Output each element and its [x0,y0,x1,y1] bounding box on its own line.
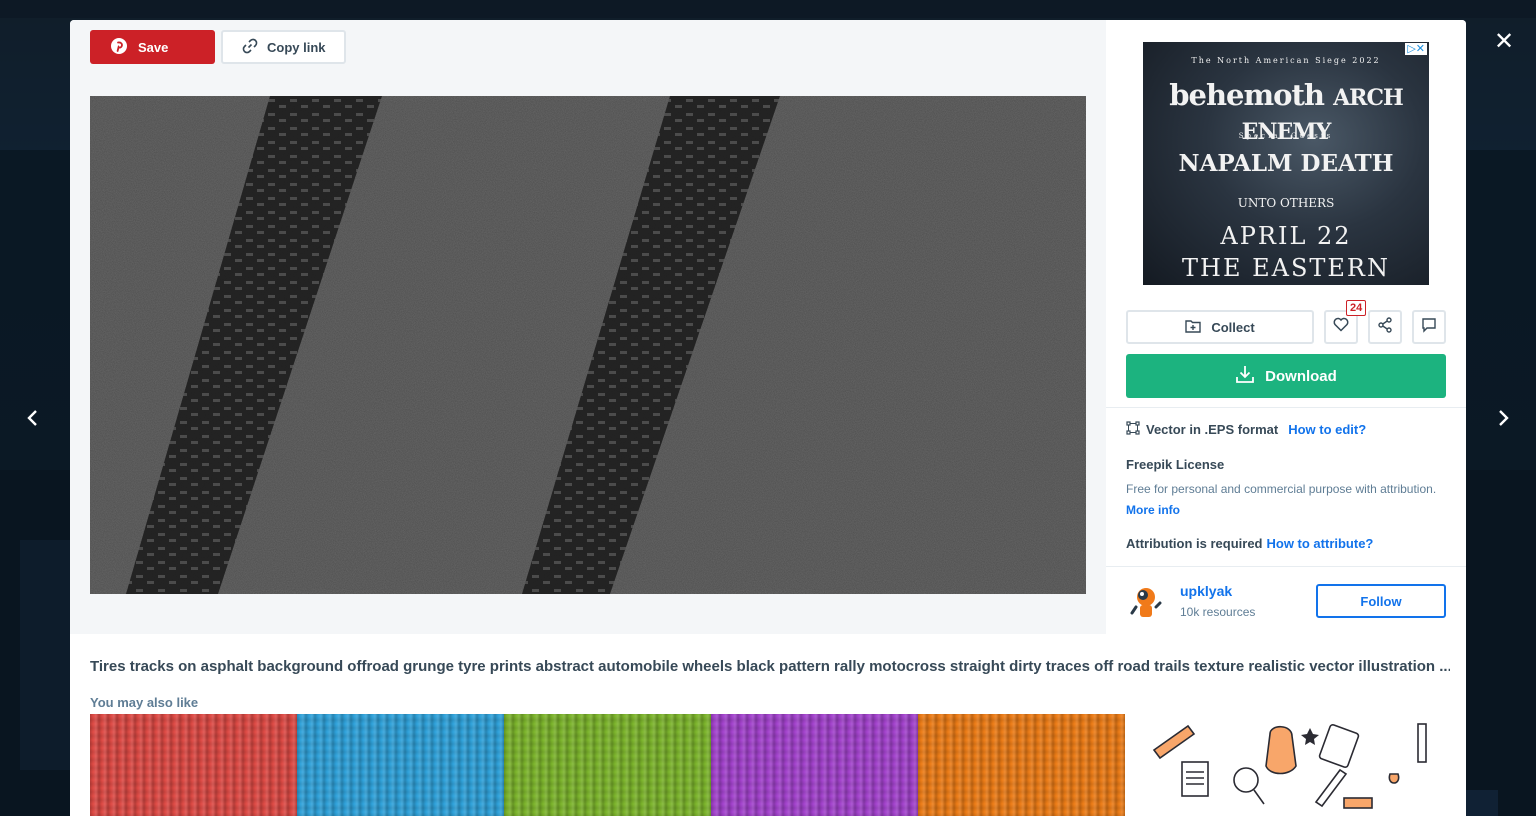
license-description: Free for personal and commercial purpose… [1126,479,1446,521]
how-to-attribute-link[interactable]: How to attribute? [1267,536,1374,551]
author-name-link[interactable]: upklyak [1180,583,1232,599]
copy-link-button[interactable]: Copy link [221,30,346,64]
related-thumbnail-knit-pattern[interactable] [90,714,1125,816]
ad-tour-name: The North American Siege 2022 [1191,56,1381,65]
knit-swatch [297,714,504,816]
like-count-badge: 24 [1346,300,1367,316]
comment-icon [1421,317,1437,338]
download-label: Download [1265,367,1337,385]
license-description-text: Free for personal and commercial purpose… [1126,482,1437,496]
knit-swatch [711,714,918,816]
share-toolbar: Save Copy link [90,30,346,64]
ad-choices-icon[interactable]: ▷✕ [1405,43,1427,55]
resource-actions: Collect 24 [1126,300,1446,344]
ad-guests-label: Special Guests [1238,132,1334,140]
file-format-row: Vector in .EPS format How to edit? [1126,421,1366,438]
related-heading: You may also like [90,695,199,710]
save-label: Save [138,39,169,55]
folder-add-icon [1185,319,1202,336]
ad-venue: THE EASTERN [1182,254,1390,282]
author-card: upklyak 10k resources Follow [1106,566,1466,634]
download-icon [1235,364,1255,388]
attribution-label: Attribution is required [1126,536,1263,551]
author-avatar[interactable] [1126,581,1166,621]
ad-support-2: UNTO OTHERS [1237,196,1335,210]
download-button[interactable]: Download [1126,354,1446,398]
details-pane: ▷✕ The North American Siege 2022 behemot… [1106,20,1466,634]
format-label: Vector in .EPS format [1146,422,1279,437]
license-title: Freepik License [1126,457,1225,472]
collect-label: Collect [1211,319,1255,335]
close-icon[interactable]: ✕ [1490,28,1518,56]
share-icon [1377,316,1393,338]
how-to-edit-link[interactable]: How to edit? [1288,422,1366,437]
ad-date: APRIL 22 [1220,222,1352,250]
next-arrow-icon[interactable] [1490,404,1518,432]
resource-preview-image[interactable] [90,96,1086,594]
knit-swatch [918,714,1125,816]
previous-arrow-icon[interactable] [18,404,46,432]
resource-modal: Save Copy link ▷✕ The North American Sie… [70,20,1466,816]
link-icon [241,37,259,58]
copy-link-label: Copy link [267,39,326,55]
pinterest-save-button[interactable]: Save [90,30,215,64]
ad-support-1: NAPALM DEATH [1178,150,1394,177]
preview-pane: Save Copy link [70,20,1106,634]
comment-button[interactable] [1412,310,1446,344]
divider [1106,407,1466,408]
advertisement-banner[interactable]: ▷✕ The North American Siege 2022 behemot… [1143,42,1429,285]
share-button[interactable] [1368,310,1402,344]
knit-swatch [90,714,297,816]
like-button[interactable]: 24 [1324,300,1367,344]
resource-title: Tires tracks on asphalt background offro… [90,658,1450,675]
knit-swatch [504,714,711,816]
follow-button[interactable]: Follow [1316,584,1446,618]
resource-info-section: Tires tracks on asphalt background offro… [70,634,1466,816]
author-resources-count: 10k resources [1180,605,1256,619]
related-thumbnail-school-doodles[interactable] [1140,714,1440,816]
attribution-row: Attribution is required How to attribute… [1126,536,1373,551]
more-info-link[interactable]: More info [1126,503,1180,517]
vector-format-icon [1126,421,1140,438]
collect-button[interactable]: Collect [1126,310,1314,344]
pinterest-icon [110,37,128,58]
heart-icon [1333,317,1349,337]
